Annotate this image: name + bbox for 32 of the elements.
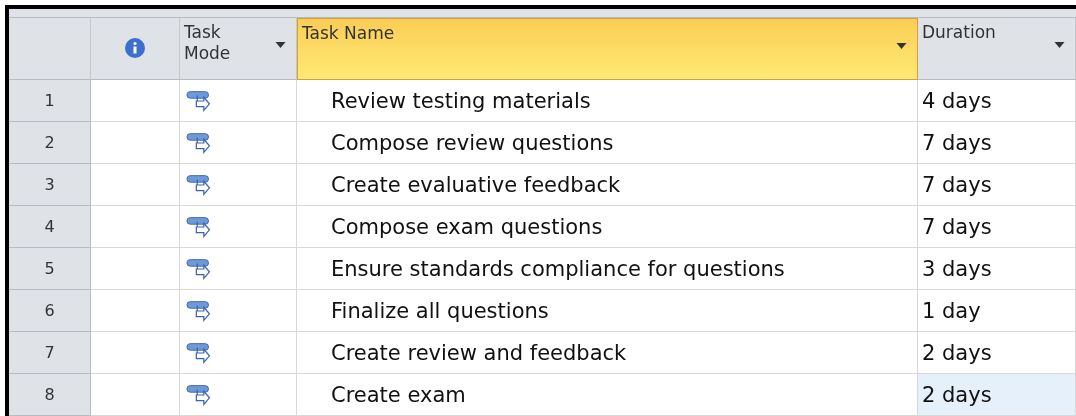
table-cell: Create review and feedback — [297, 332, 918, 374]
row-number[interactable]: 3 — [9, 164, 91, 206]
row-number[interactable]: 4 — [9, 206, 91, 248]
table-cell: 1 day — [918, 290, 1076, 332]
row-number[interactable]: 2 — [9, 122, 91, 164]
row-number[interactable]: 8 — [9, 374, 91, 416]
table-cell: Compose exam questions — [297, 206, 918, 248]
table-cell: 7 days — [918, 206, 1076, 248]
dropdown-arrow-icon[interactable] — [275, 42, 286, 48]
row-number[interactable]: 6 — [9, 290, 91, 332]
table-cell: 7 days — [918, 122, 1076, 164]
row-number[interactable]: 7 — [9, 332, 91, 374]
row-number[interactable]: 1 — [9, 80, 91, 122]
table-cell: Review testing materials — [297, 80, 918, 122]
table-cell: Ensure standards compliance for questions — [297, 248, 918, 290]
table-cell: Compose review questions — [297, 122, 918, 164]
task-mode-header[interactable]: Task Mode — [180, 18, 297, 80]
row-number[interactable]: 5 — [9, 248, 91, 290]
task-name-header[interactable]: Task Name — [297, 18, 918, 80]
table-cell: 3 days — [918, 248, 1076, 290]
table-cell: Finalize all questions — [297, 290, 918, 332]
table-cell: 2 days — [918, 374, 1076, 416]
header-cell[interactable] — [91, 18, 180, 80]
dropdown-arrow-icon[interactable] — [896, 43, 907, 49]
table-cell: Create evaluative feedback — [297, 164, 918, 206]
duration-header[interactable]: Duration — [918, 18, 1076, 80]
dropdown-arrow-icon[interactable] — [1054, 42, 1065, 48]
info-icon — [125, 38, 145, 58]
table-cell: 2 days — [918, 332, 1076, 374]
table-cell: Create exam — [297, 374, 918, 416]
table-cell: 7 days — [918, 164, 1076, 206]
table-cell: 4 days — [918, 80, 1076, 122]
